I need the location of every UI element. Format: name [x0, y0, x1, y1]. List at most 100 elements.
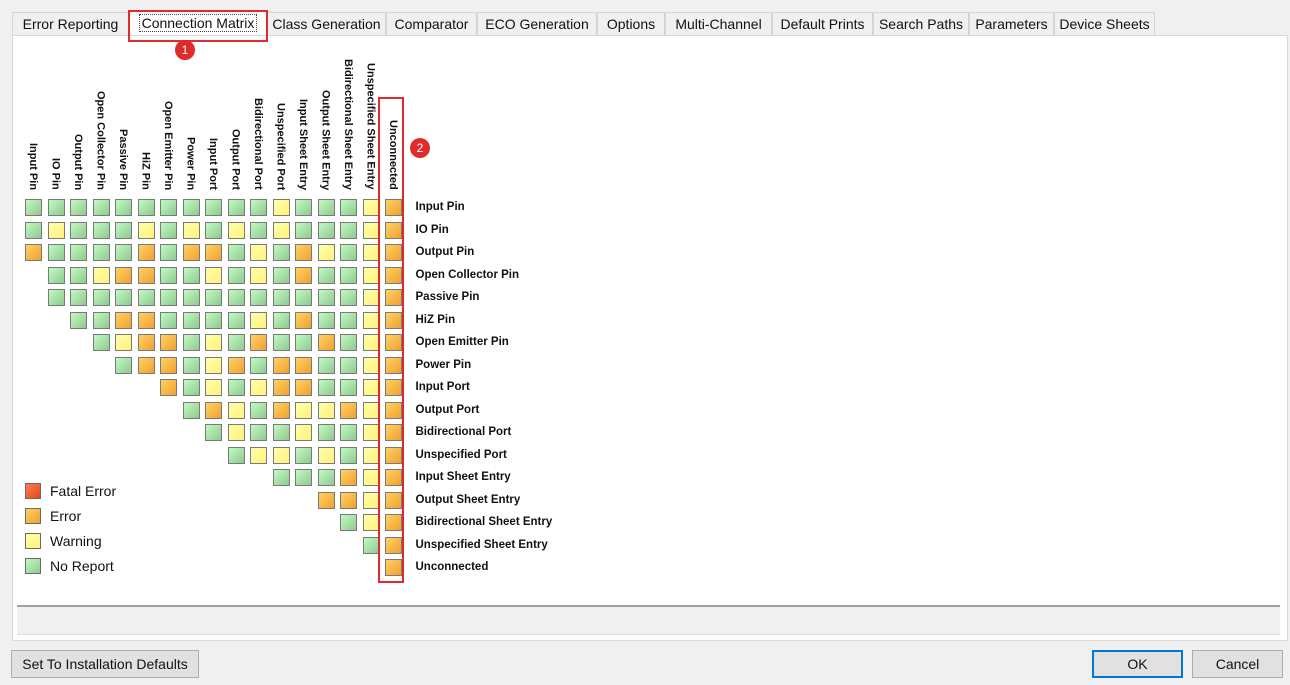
matrix-cell[interactable]	[317, 244, 335, 261]
matrix-cell[interactable]	[385, 266, 402, 284]
matrix-cell[interactable]	[137, 221, 155, 239]
matrix-cell[interactable]	[47, 266, 65, 284]
matrix-cell[interactable]	[115, 244, 132, 261]
matrix-cell[interactable]	[182, 334, 200, 351]
matrix-cell[interactable]	[295, 289, 312, 306]
matrix-cell[interactable]	[385, 199, 402, 216]
matrix-cell[interactable]	[340, 221, 357, 239]
matrix-cell[interactable]	[92, 334, 110, 351]
matrix-cell[interactable]	[137, 334, 155, 351]
matrix-cell[interactable]	[385, 559, 402, 576]
matrix-cell[interactable]	[385, 514, 402, 531]
matrix-cell[interactable]	[227, 379, 245, 396]
matrix-cell[interactable]	[205, 379, 222, 396]
matrix-cell[interactable]	[250, 199, 267, 216]
matrix-cell[interactable]	[182, 379, 200, 396]
matrix-cell[interactable]	[250, 289, 267, 306]
cancel-button[interactable]: Cancel	[1192, 650, 1283, 678]
matrix-cell[interactable]	[272, 379, 290, 396]
matrix-cell[interactable]	[317, 356, 335, 374]
matrix-cell[interactable]	[227, 356, 245, 374]
matrix-cell[interactable]	[250, 356, 267, 374]
matrix-cell[interactable]	[227, 401, 245, 419]
tab-device-sheets[interactable]: Device Sheets	[1054, 12, 1155, 35]
matrix-cell[interactable]	[295, 424, 312, 441]
matrix-cell[interactable]	[272, 424, 290, 441]
matrix-cell[interactable]	[182, 266, 200, 284]
matrix-cell[interactable]	[340, 514, 357, 531]
matrix-cell[interactable]	[205, 289, 222, 306]
matrix-cell[interactable]	[182, 289, 200, 306]
matrix-cell[interactable]	[272, 221, 290, 239]
matrix-cell[interactable]	[70, 199, 87, 216]
matrix-cell[interactable]	[317, 491, 335, 509]
matrix-cell[interactable]	[295, 356, 312, 374]
matrix-cell[interactable]	[340, 334, 357, 351]
matrix-cell[interactable]	[362, 334, 380, 351]
matrix-cell[interactable]	[137, 311, 155, 329]
matrix-cell[interactable]	[115, 311, 132, 329]
matrix-cell[interactable]	[70, 221, 87, 239]
matrix-cell[interactable]	[340, 424, 357, 441]
matrix-cell[interactable]	[205, 311, 222, 329]
matrix-cell[interactable]	[227, 446, 245, 464]
tab-parameters[interactable]: Parameters	[969, 12, 1054, 35]
matrix-cell[interactable]	[182, 356, 200, 374]
matrix-cell[interactable]	[92, 221, 110, 239]
matrix-cell[interactable]	[205, 424, 222, 441]
matrix-cell[interactable]	[227, 424, 245, 441]
matrix-cell[interactable]	[25, 221, 42, 239]
matrix-cell[interactable]	[227, 266, 245, 284]
matrix-cell[interactable]	[295, 199, 312, 216]
matrix-cell[interactable]	[70, 311, 87, 329]
matrix-cell[interactable]	[160, 244, 177, 261]
matrix-cell[interactable]	[385, 491, 402, 509]
matrix-cell[interactable]	[295, 334, 312, 351]
matrix-cell[interactable]	[385, 356, 402, 374]
matrix-cell[interactable]	[250, 334, 267, 351]
matrix-cell[interactable]	[317, 379, 335, 396]
matrix-cell[interactable]	[182, 401, 200, 419]
matrix-cell[interactable]	[70, 266, 87, 284]
matrix-cell[interactable]	[340, 491, 357, 509]
matrix-cell[interactable]	[182, 244, 200, 261]
matrix-cell[interactable]	[115, 266, 132, 284]
matrix-cell[interactable]	[385, 289, 402, 306]
matrix-cell[interactable]	[340, 311, 357, 329]
matrix-cell[interactable]	[227, 199, 245, 216]
matrix-cell[interactable]	[92, 199, 110, 216]
matrix-cell[interactable]	[227, 289, 245, 306]
tab-connection-matrix[interactable]: Connection Matrix	[129, 11, 267, 36]
matrix-cell[interactable]	[385, 424, 402, 441]
matrix-cell[interactable]	[295, 221, 312, 239]
matrix-cell[interactable]	[205, 244, 222, 261]
matrix-cell[interactable]	[205, 401, 222, 419]
matrix-cell[interactable]	[385, 401, 402, 419]
matrix-cell[interactable]	[115, 289, 132, 306]
matrix-cell[interactable]	[47, 244, 65, 261]
matrix-cell[interactable]	[182, 221, 200, 239]
matrix-cell[interactable]	[362, 244, 380, 261]
matrix-cell[interactable]	[227, 244, 245, 261]
matrix-cell[interactable]	[115, 356, 132, 374]
matrix-cell[interactable]	[160, 199, 177, 216]
matrix-cell[interactable]	[317, 199, 335, 216]
matrix-cell[interactable]	[362, 221, 380, 239]
matrix-cell[interactable]	[272, 356, 290, 374]
matrix-cell[interactable]	[362, 491, 380, 509]
matrix-cell[interactable]	[25, 199, 42, 216]
matrix-cell[interactable]	[385, 379, 402, 396]
matrix-cell[interactable]	[385, 244, 402, 261]
matrix-cell[interactable]	[362, 266, 380, 284]
matrix-cell[interactable]	[385, 221, 402, 239]
matrix-cell[interactable]	[205, 266, 222, 284]
matrix-cell[interactable]	[362, 311, 380, 329]
matrix-cell[interactable]	[160, 289, 177, 306]
matrix-cell[interactable]	[340, 289, 357, 306]
matrix-cell[interactable]	[362, 356, 380, 374]
tab-eco-generation[interactable]: ECO Generation	[477, 12, 597, 35]
matrix-cell[interactable]	[340, 356, 357, 374]
matrix-cell[interactable]	[340, 401, 357, 419]
matrix-cell[interactable]	[250, 311, 267, 329]
matrix-cell[interactable]	[137, 266, 155, 284]
